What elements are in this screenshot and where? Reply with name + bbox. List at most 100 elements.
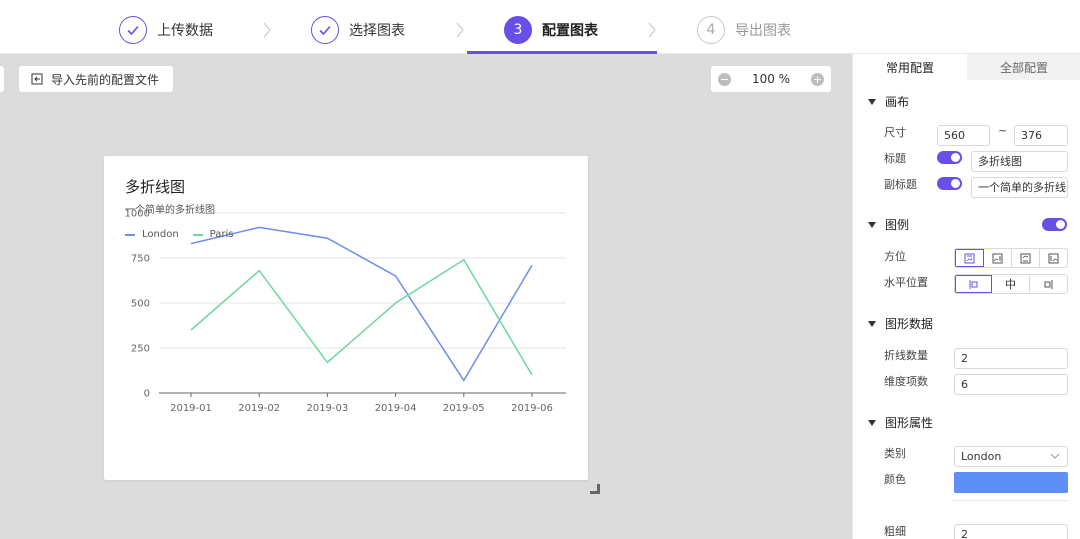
x-tick-label: 2019-04 bbox=[375, 403, 417, 414]
caret-down-icon bbox=[868, 320, 876, 327]
section-canvas[interactable]: 画布 bbox=[868, 93, 909, 110]
subtitle-toggle[interactable] bbox=[937, 177, 962, 190]
legend-swatch bbox=[192, 233, 203, 236]
size-separator: ~ bbox=[998, 124, 1008, 137]
category-label: 类别 bbox=[884, 447, 906, 460]
step-label: 导出图表 bbox=[735, 23, 791, 39]
section-legend[interactable]: 图例 bbox=[868, 216, 909, 233]
zoom-in-button[interactable]: + bbox=[811, 72, 824, 86]
import-config-button[interactable]: 导入先前的配置文件 bbox=[19, 66, 173, 92]
zoom-value: 100 % bbox=[751, 72, 791, 86]
step-label: 上传数据 bbox=[157, 23, 213, 39]
import-icon bbox=[31, 73, 43, 85]
caret-down-icon bbox=[868, 221, 876, 228]
chevron-right-icon bbox=[647, 22, 657, 38]
stepper: 上传数据 选择图表 3 配置图表 4 导出图表 bbox=[0, 0, 1080, 54]
section-label: 图形属性 bbox=[885, 416, 934, 430]
align-left-option[interactable] bbox=[955, 275, 993, 293]
config-panel: 常用配置 全部配置 画布 尺寸 560 ~ 376 标题 多折线图 副标题 一个… bbox=[852, 54, 1080, 539]
step-export-chart[interactable]: 4 导出图表 bbox=[697, 16, 791, 44]
color-picker[interactable] bbox=[954, 472, 1068, 493]
legend-position-top[interactable] bbox=[955, 249, 984, 267]
caret-down-icon bbox=[868, 98, 876, 105]
resize-handle[interactable] bbox=[590, 484, 600, 494]
legend-position-right[interactable] bbox=[984, 249, 1012, 267]
subtitle-input[interactable]: 一个简单的多折线 bbox=[971, 177, 1068, 198]
chevron-right-icon bbox=[262, 22, 272, 38]
chevron-down-icon bbox=[1050, 453, 1060, 459]
dimension-count-input[interactable]: 6 bbox=[954, 374, 1068, 395]
size-label: 尺寸 bbox=[884, 126, 906, 139]
step-label: 配置图表 bbox=[542, 23, 598, 39]
legend-position-label: 方位 bbox=[884, 250, 906, 263]
legend-toggle[interactable] bbox=[1042, 218, 1067, 231]
title-toggle[interactable] bbox=[937, 151, 962, 164]
step-number: 3 bbox=[504, 16, 532, 44]
legend-label: Paris bbox=[209, 229, 234, 240]
chart-card[interactable]: 0 250 500 750 1000 2019-01 2019-02 2019-03 2019-… bbox=[104, 156, 588, 480]
step-select-chart[interactable]: 选择图表 bbox=[311, 16, 405, 44]
chevron-right-icon bbox=[455, 22, 465, 38]
chart-subtitle: 一个简单的多折线图 bbox=[125, 205, 215, 216]
section-label: 图形数据 bbox=[885, 317, 934, 331]
legend-item-london[interactable]: London bbox=[125, 229, 179, 240]
caret-down-icon bbox=[868, 419, 876, 426]
legend-item-paris[interactable]: Paris bbox=[192, 229, 234, 240]
series-line-paris bbox=[190, 258, 533, 376]
canvas-area: 导入先前的配置文件 − 100 % + 0 250 500 750 1000 2019-0… bbox=[0, 54, 852, 539]
section-graph-props[interactable]: 图形属性 bbox=[868, 414, 933, 431]
y-tick-label: 0 bbox=[144, 389, 150, 400]
line-count-input[interactable]: 2 bbox=[954, 348, 1068, 369]
h-align-label: 水平位置 bbox=[884, 276, 928, 289]
legend-position-segmented bbox=[954, 248, 1068, 268]
subtitle-label: 副标题 bbox=[884, 178, 917, 191]
tab-all-config[interactable]: 全部配置 bbox=[967, 54, 1080, 80]
title-label: 标题 bbox=[884, 152, 906, 165]
title-input[interactable]: 多折线图 bbox=[971, 151, 1068, 172]
legend-h-align-segmented: 中 bbox=[954, 274, 1068, 294]
step-upload-data[interactable]: 上传数据 bbox=[119, 16, 213, 44]
collapse-handle[interactable] bbox=[0, 66, 4, 92]
x-tick-label: 2019-01 bbox=[170, 403, 212, 414]
color-label: 颜色 bbox=[884, 473, 906, 486]
align-left-icon bbox=[969, 279, 978, 289]
series-line-london bbox=[190, 226, 533, 382]
legend-bottom-icon bbox=[1020, 253, 1031, 263]
align-right-option[interactable] bbox=[1030, 275, 1067, 293]
section-label: 图例 bbox=[885, 218, 910, 232]
legend-position-left[interactable] bbox=[1040, 249, 1067, 267]
chart-title: 多折线图 bbox=[125, 178, 186, 196]
check-icon bbox=[311, 16, 339, 44]
legend-position-bottom[interactable] bbox=[1012, 249, 1040, 267]
x-tick-label: 2019-05 bbox=[443, 403, 485, 414]
thickness-input[interactable]: 2 bbox=[954, 524, 1068, 539]
category-select[interactable]: London bbox=[954, 446, 1068, 467]
canvas-width-input[interactable]: 560 bbox=[937, 125, 990, 146]
config-tabs: 常用配置 全部配置 bbox=[853, 54, 1080, 80]
step-label: 选择图表 bbox=[349, 23, 405, 39]
legend-top-icon bbox=[964, 253, 974, 263]
x-tick-label: 2019-06 bbox=[511, 403, 553, 414]
align-right-icon bbox=[1044, 279, 1053, 289]
y-tick-label: 500 bbox=[131, 299, 150, 310]
tab-common-config[interactable]: 常用配置 bbox=[853, 54, 967, 80]
import-config-label: 导入先前的配置文件 bbox=[51, 72, 160, 87]
x-tick-label: 2019-02 bbox=[238, 403, 280, 414]
legend-right-icon bbox=[992, 253, 1003, 263]
align-center-option[interactable]: 中 bbox=[992, 275, 1030, 293]
section-graph-data[interactable]: 图形数据 bbox=[868, 315, 933, 332]
chart-legend: London Paris bbox=[125, 229, 247, 240]
line-count-label: 折线数量 bbox=[884, 349, 928, 362]
thickness-label: 粗细 bbox=[884, 525, 906, 538]
step-configure-chart[interactable]: 3 配置图表 bbox=[504, 16, 598, 44]
dimension-count-label: 维度项数 bbox=[884, 375, 928, 388]
section-label: 画布 bbox=[885, 95, 910, 109]
category-value: London bbox=[961, 450, 1002, 463]
canvas-height-input[interactable]: 376 bbox=[1014, 125, 1068, 146]
zoom-out-button[interactable]: − bbox=[718, 72, 731, 86]
step-number: 4 bbox=[697, 16, 725, 44]
zoom-control: − 100 % + bbox=[711, 66, 831, 92]
y-tick-label: 250 bbox=[131, 344, 150, 355]
legend-label: London bbox=[142, 229, 179, 240]
y-tick-label: 750 bbox=[131, 254, 150, 265]
